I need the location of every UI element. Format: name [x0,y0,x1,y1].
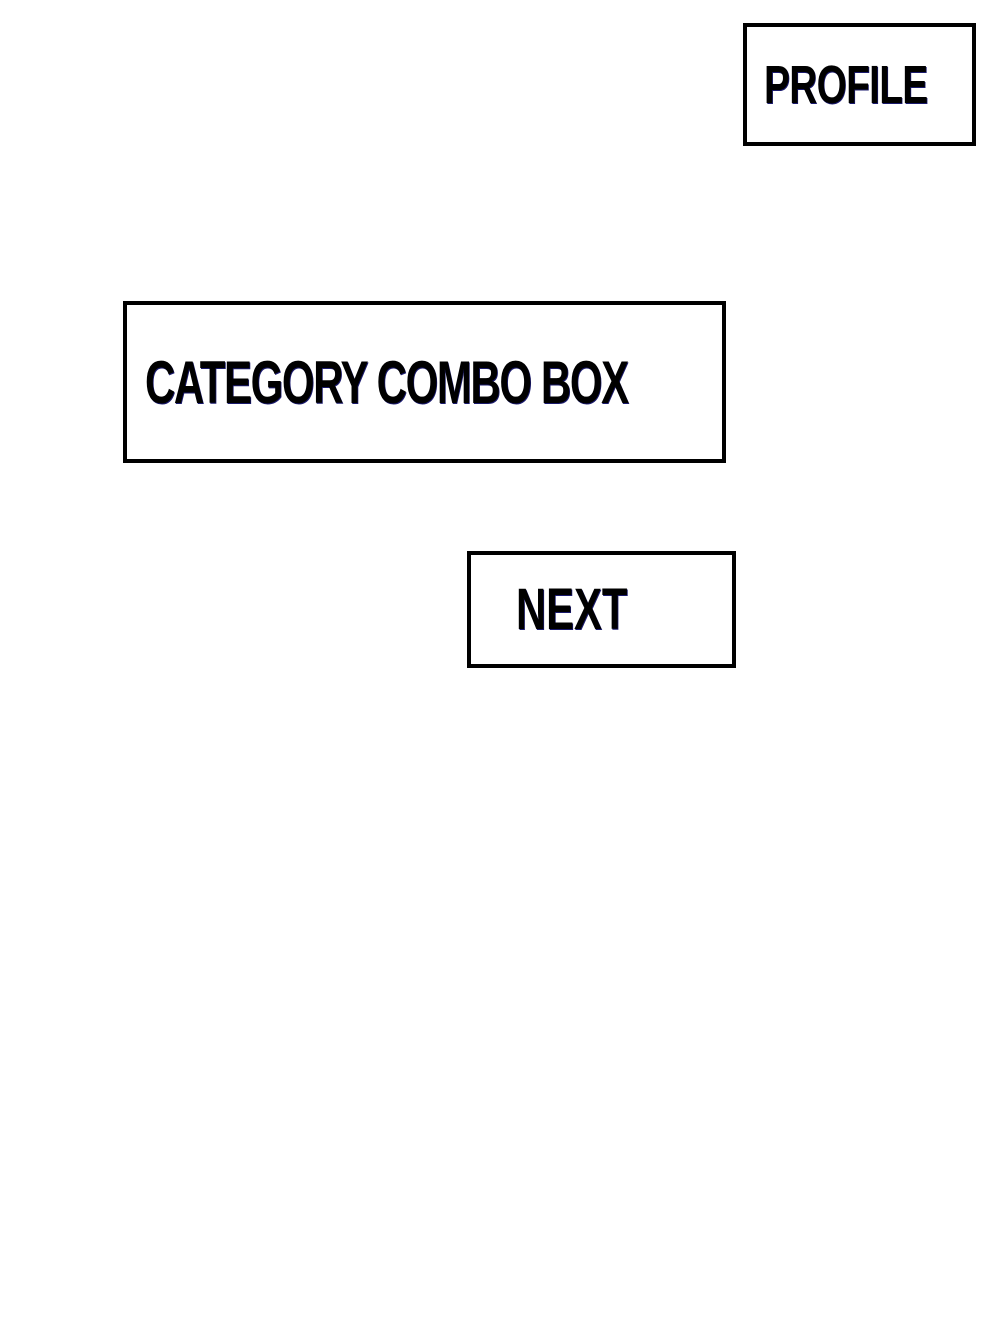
category-combo-box-label: CATEGORY COMBO BOX [145,348,629,416]
next-button-label: NEXT [516,577,628,642]
category-combo-box[interactable]: CATEGORY COMBO BOX [123,301,726,463]
profile-button[interactable]: PROFILE [743,23,976,146]
next-button[interactable]: NEXT [467,551,736,668]
profile-button-label: PROFILE [764,54,928,115]
